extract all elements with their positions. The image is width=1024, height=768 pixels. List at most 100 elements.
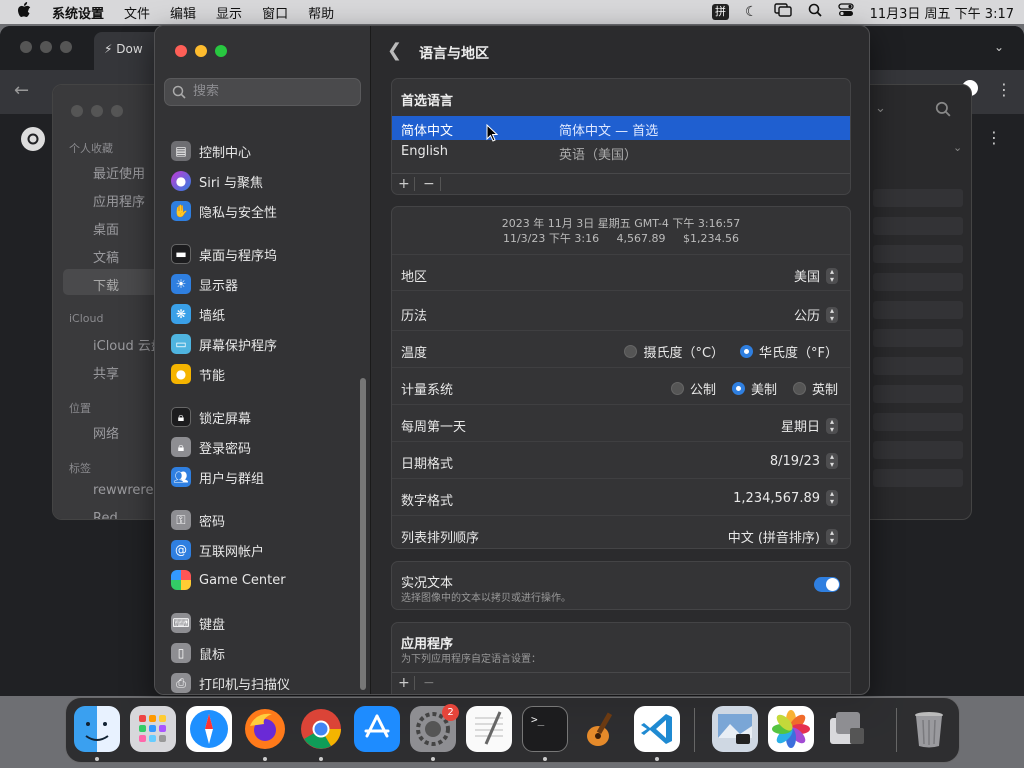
firefox-icon[interactable] <box>242 706 288 752</box>
menu-window[interactable]: 窗口 <box>262 3 288 22</box>
region-row[interactable]: 地区 美国 ▴ ▾ <box>392 254 850 291</box>
calendar-row[interactable]: 历法 公历 ▴ ▾ <box>392 294 850 331</box>
vscode-icon[interactable] <box>634 706 680 752</box>
menubar-clock[interactable]: 11月3日 周五 下午 3:17 <box>870 3 1014 22</box>
region-popup[interactable]: 美国 ▴ ▾ <box>794 266 838 285</box>
menu-file[interactable]: 文件 <box>124 3 150 22</box>
sidebar-item-printers[interactable]: ⎙ 打印机与扫描仪 <box>171 670 290 694</box>
sidebar-scrollbar[interactable] <box>360 378 366 690</box>
uk-radio[interactable] <box>792 382 806 395</box>
finder-minimize-button[interactable] <box>91 105 103 117</box>
list-sort-row[interactable]: 列表排列顺序 中文 (拼音排序) ▴ ▾ <box>392 516 850 548</box>
finder-icon[interactable] <box>74 706 120 752</box>
add-app-button[interactable]: + <box>398 675 410 691</box>
apple-menu-icon[interactable] <box>16 2 32 22</box>
sidebar-item-screensaver[interactable]: ▭ 屏幕保护程序 <box>171 331 277 357</box>
close-button[interactable] <box>175 45 187 57</box>
focus-moon-icon[interactable]: ☾ <box>745 4 758 20</box>
spotlight-search-icon[interactable] <box>808 3 822 21</box>
key-icon: ⚿ <box>171 510 191 530</box>
sidebar-item-energy[interactable]: ● 节能 <box>171 361 225 387</box>
finder-item-downloads[interactable]: 下载 <box>93 275 119 294</box>
control-center-icon[interactable] <box>837 3 854 21</box>
live-text-toggle[interactable] <box>814 577 840 592</box>
menu-help[interactable]: 帮助 <box>308 3 334 22</box>
metric-radio[interactable] <box>670 382 684 395</box>
finder-dropdown-chevron-icon[interactable]: ⌄ <box>953 141 962 154</box>
sidebar-item-control-center[interactable]: ▤ 控制中心 <box>171 138 251 164</box>
printer-icon: ⎙ <box>171 673 191 693</box>
trash-icon[interactable] <box>906 706 952 752</box>
remove-language-button[interactable]: − <box>423 176 435 192</box>
first-day-popup[interactable]: 星期日 ▴ ▾ <box>781 416 838 435</box>
finder-item-tag1[interactable]: rewwrerer <box>93 483 159 498</box>
textedit-icon[interactable] <box>466 706 512 752</box>
us-radio[interactable] <box>731 382 745 395</box>
sidebar-search-input[interactable]: 搜索 <box>164 78 361 106</box>
celsius-radio[interactable] <box>624 345 638 358</box>
safari-icon[interactable] <box>186 706 232 752</box>
language-row-selected[interactable]: 简体中文 简体中文 — 首选 <box>392 116 850 140</box>
chrome-menu-icon[interactable]: ⋮ <box>996 80 1012 99</box>
preview-icon[interactable] <box>712 706 758 752</box>
app-store-icon[interactable] <box>354 706 400 752</box>
finder-item-tag2[interactable]: Red <box>93 511 118 519</box>
terminal-icon[interactable]: >_ <box>522 706 568 752</box>
fahrenheit-radio[interactable] <box>740 345 754 358</box>
sidebar-item-lock-screen[interactable]: 🔒︎ 锁定屏幕 <box>171 404 251 430</box>
finder-item-network[interactable]: 网络 <box>93 423 119 442</box>
menu-edit[interactable]: 编辑 <box>170 3 196 22</box>
language-row[interactable]: English 英语（美国） <box>392 140 850 164</box>
sidebar-item-mouse[interactable]: ▯ 鼠标 <box>171 640 225 666</box>
browser-close-button[interactable] <box>20 41 32 53</box>
date-format-popup[interactable]: 8/19/23 ▴ ▾ <box>770 453 838 469</box>
finder-search-icon[interactable] <box>935 101 951 121</box>
menu-view[interactable]: 显示 <box>216 3 242 22</box>
launchpad-icon[interactable] <box>130 706 176 752</box>
finder-item-shared[interactable]: 共享 <box>93 363 119 382</box>
date-format-row[interactable]: 日期格式 8/19/23 ▴ ▾ <box>392 442 850 479</box>
sidebar-item-privacy[interactable]: ✋ 隐私与安全性 <box>171 198 277 224</box>
back-arrow-icon[interactable]: ← <box>14 80 29 101</box>
finder-item-recent[interactable]: 最近使用 <box>93 163 145 182</box>
sidebar-item-users-groups[interactable]: 👥︎ 用户与群组 <box>171 464 264 490</box>
calendar-popup[interactable]: 公历 ▴ ▾ <box>794 305 838 324</box>
app-menu[interactable]: 系统设置 <box>52 3 104 22</box>
sidebar-item-wallpaper[interactable]: ❋ 墙纸 <box>171 301 225 327</box>
add-language-button[interactable]: + <box>398 176 410 192</box>
kebab-menu-icon[interactable]: ⋮ <box>986 128 1002 147</box>
date-format-label: 日期格式 <box>401 457 454 472</box>
list-sort-popup[interactable]: 中文 (拼音排序) ▴ ▾ <box>728 527 838 546</box>
finder-item-desktop[interactable]: 桌面 <box>93 219 119 238</box>
sidebar-item-login-password[interactable]: 🔒︎ 登录密码 <box>171 434 251 460</box>
back-chevron-icon[interactable]: ❮ <box>387 40 402 61</box>
sidebar-item-passwords[interactable]: ⚿ 密码 <box>171 507 225 533</box>
zoom-button[interactable] <box>215 45 227 57</box>
input-method-indicator[interactable]: 拼 <box>712 4 730 20</box>
sidebar-item-displays[interactable]: ☀ 显示器 <box>171 271 238 297</box>
finder-item-docs[interactable]: 文稿 <box>93 247 119 266</box>
screen-mirroring-icon[interactable] <box>773 3 792 21</box>
number-format-popup[interactable]: 1,234,567.89 ▴ ▾ <box>733 490 838 506</box>
popup-chevrons-icon: ▴ ▾ <box>826 528 838 545</box>
finder-zoom-button[interactable] <box>111 105 123 117</box>
finder-chevron-icon[interactable]: ⌄ <box>875 101 886 116</box>
sidebar-item-desktop-dock[interactable]: ▬ 桌面与程序坞 <box>171 241 277 267</box>
tab-list-chevron-icon[interactable]: ⌄ <box>994 40 1004 54</box>
browser-zoom-button[interactable] <box>60 41 72 53</box>
photos-icon[interactable] <box>768 706 814 752</box>
minimize-button[interactable] <box>195 45 207 57</box>
browser-minimize-button[interactable] <box>40 41 52 53</box>
sidebar-item-internet-accounts[interactable]: @ 互联网帐户 <box>171 537 264 563</box>
remove-app-button[interactable]: − <box>423 675 435 691</box>
first-day-row[interactable]: 每周第一天 星期日 ▴ ▾ <box>392 405 850 442</box>
migration-assistant-icon[interactable] <box>824 706 870 752</box>
number-format-row[interactable]: 数字格式 1,234,567.89 ▴ ▾ <box>392 479 850 516</box>
finder-item-apps[interactable]: 应用程序 <box>93 191 145 210</box>
sidebar-item-game-center[interactable]: Game Center <box>171 567 286 593</box>
finder-close-button[interactable] <box>71 105 83 117</box>
chrome-icon[interactable] <box>298 706 344 752</box>
sidebar-item-keyboard[interactable]: ⌨ 键盘 <box>171 610 225 636</box>
garageband-icon[interactable] <box>578 706 624 752</box>
sidebar-item-siri[interactable]: ● Siri 与聚焦 <box>171 168 263 194</box>
